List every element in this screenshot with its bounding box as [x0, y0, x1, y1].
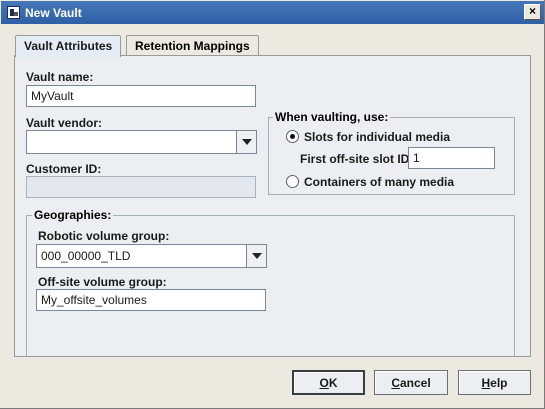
app-icon — [7, 6, 20, 19]
help-label-rest: elp — [490, 376, 508, 390]
robotic-volume-group-label: Robotic volume group: — [38, 229, 170, 243]
ok-mnemonic: O — [319, 376, 329, 390]
help-mnemonic: H — [481, 376, 491, 390]
window-title: New Vault — [25, 5, 82, 20]
containers-radio-label[interactable]: Containers of many media — [304, 175, 454, 189]
close-button[interactable]: × — [524, 4, 541, 20]
chevron-down-icon[interactable] — [236, 131, 256, 153]
first-slot-input[interactable]: 1 — [408, 147, 495, 169]
ok-button[interactable]: OK — [292, 370, 365, 395]
ok-label-rest: K — [328, 376, 338, 390]
cancel-mnemonic: C — [391, 376, 400, 390]
vault-name-input[interactable]: MyVault — [26, 85, 256, 107]
slots-radio[interactable] — [286, 130, 299, 143]
tab-vault-attributes[interactable]: Vault Attributes — [15, 35, 122, 57]
title-bar[interactable]: New Vault × — [1, 1, 544, 24]
geographies-group-title: Geographies: — [32, 208, 114, 222]
first-slot-label: First off-site slot ID: — [300, 152, 414, 166]
customer-id-label: Customer ID: — [26, 162, 102, 176]
robotic-volume-group-value: 000_00000_TLD — [41, 249, 131, 263]
slots-radio-label[interactable]: Slots for individual media — [304, 130, 450, 144]
chevron-down-icon[interactable] — [246, 245, 266, 267]
robotic-volume-group-combo[interactable]: 000_00000_TLD — [36, 244, 267, 268]
tab-retention-mappings[interactable]: Retention Mappings — [126, 35, 259, 56]
offsite-volume-group-input[interactable]: My_offsite_volumes — [36, 289, 266, 311]
vault-vendor-combo[interactable] — [26, 130, 257, 154]
new-vault-dialog: New Vault × Vault Attributes Retention M… — [0, 0, 545, 409]
customer-id-input — [26, 176, 256, 198]
help-button[interactable]: Help — [458, 370, 531, 395]
vault-name-label: Vault name: — [26, 70, 94, 84]
vaulting-group-title: When vaulting, use: — [273, 110, 391, 124]
offsite-volume-group-label: Off-site volume group: — [38, 275, 167, 289]
vault-vendor-label: Vault vendor: — [26, 116, 103, 130]
containers-radio[interactable] — [286, 175, 299, 188]
cancel-button[interactable]: Cancel — [374, 370, 448, 395]
cancel-label-rest: ancel — [399, 376, 431, 390]
